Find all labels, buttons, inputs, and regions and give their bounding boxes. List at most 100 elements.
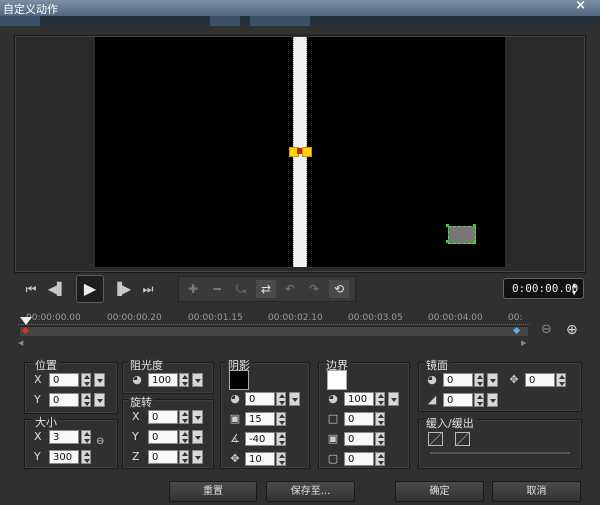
mirror-opacity-icon: ◕	[427, 373, 437, 386]
play-button[interactable]: ▶	[76, 275, 104, 303]
mirror-fade-dropdown[interactable]	[487, 393, 498, 407]
border-opacity-input[interactable]: 100	[344, 392, 374, 406]
shadow-blur-input[interactable]: 15	[245, 412, 275, 426]
shadow-color-swatch[interactable]	[229, 370, 249, 390]
spin-arrows[interactable]	[81, 373, 91, 387]
background-strip	[0, 16, 600, 26]
mirror-fade-input[interactable]: 0	[443, 393, 473, 407]
ruler-tick: 00:00:01.15	[188, 313, 243, 323]
resize-handle[interactable]	[302, 147, 312, 157]
timecode-field[interactable]: 0:00:00.00 ▲ ▼	[503, 278, 584, 299]
mini-navigator[interactable]	[448, 226, 476, 244]
nav-corner	[473, 240, 476, 243]
ease-icon[interactable]: ⟲	[329, 280, 349, 298]
border-color-swatch[interactable]	[327, 370, 347, 390]
mirror-opacity-input[interactable]: 0	[443, 373, 473, 387]
fade-in-icon[interactable]	[428, 432, 443, 446]
spin-arrows[interactable]	[81, 430, 91, 444]
size-title: 大小	[33, 414, 59, 430]
rotation-x-input[interactable]: 0	[148, 410, 178, 424]
timeline-track[interactable]	[20, 326, 528, 336]
spin-arrows[interactable]	[474, 373, 484, 387]
ruler-tick: 00:00:04.00	[428, 313, 483, 323]
size-y-label: Y	[34, 450, 41, 463]
position-title: 位置	[33, 357, 59, 373]
rotation-z-dropdown[interactable]	[192, 450, 203, 464]
spin-arrows[interactable]	[276, 412, 286, 426]
rotation-x-dropdown[interactable]	[192, 410, 203, 424]
add-keyframe-icon[interactable]: ✚	[183, 280, 203, 298]
spin-arrows[interactable]	[276, 432, 286, 446]
previous-frame-icon[interactable]: ◀▌	[47, 279, 67, 299]
spin-arrows[interactable]	[375, 392, 385, 406]
go-to-start-icon[interactable]: ⏮	[21, 279, 41, 299]
shadow-dropdown[interactable]	[289, 392, 300, 406]
spin-arrows[interactable]	[375, 432, 385, 446]
position-y-input[interactable]: 0	[49, 393, 79, 407]
nav-corner	[473, 224, 476, 227]
zoom-out-icon[interactable]: ⊖	[541, 322, 552, 337]
position-y-dropdown[interactable]	[94, 393, 105, 407]
close-icon[interactable]: ×	[575, 0, 586, 13]
mirror-offset-input[interactable]: 0	[525, 373, 555, 387]
position-x-input[interactable]: 0	[49, 373, 79, 387]
spin-arrows[interactable]	[276, 452, 286, 466]
scroll-right-icon[interactable]: ▶	[521, 339, 526, 347]
save-to-button[interactable]: 保存至...	[266, 481, 355, 502]
border-inner-icon: ▢	[327, 452, 339, 465]
spin-arrows[interactable]	[179, 373, 189, 387]
spin-arrows[interactable]	[276, 392, 286, 406]
cancel-button[interactable]: 取消	[492, 481, 581, 502]
shadow-angle-input[interactable]: -40	[245, 432, 275, 446]
fade-slider[interactable]	[430, 452, 570, 454]
border-input-2[interactable]: 0	[344, 432, 374, 446]
bg-block	[0, 16, 40, 26]
go-to-end-icon[interactable]: ⏭	[138, 279, 158, 299]
center-handle[interactable]	[297, 148, 302, 154]
position-y-label: Y	[34, 393, 41, 406]
reset-button[interactable]: 重置	[169, 481, 257, 502]
spin-arrows[interactable]	[81, 393, 91, 407]
spin-down-icon[interactable]: ▼	[572, 284, 576, 303]
spin-arrows[interactable]	[474, 393, 484, 407]
spin-arrows[interactable]	[375, 452, 385, 466]
nav-corner	[446, 240, 449, 243]
spin-arrows[interactable]	[179, 430, 189, 444]
spin-arrows[interactable]	[556, 373, 566, 387]
shadow-opacity-input[interactable]: 0	[245, 392, 275, 406]
reverse-icon[interactable]: ⇄	[256, 280, 276, 298]
shadow-distance-input[interactable]: 10	[245, 452, 275, 466]
rotation-y-dropdown[interactable]	[192, 430, 203, 444]
opacity-input[interactable]: 100	[148, 373, 178, 387]
border-dropdown[interactable]	[388, 392, 399, 406]
next-frame-icon[interactable]: ▐▶	[112, 279, 132, 299]
flip-icon[interactable]: ⤿	[231, 280, 251, 298]
position-x-dropdown[interactable]	[94, 373, 105, 387]
link-icon[interactable]: ⊖	[96, 436, 104, 447]
mirror-fade-icon: ◢	[427, 393, 437, 406]
prev-keyframe-icon[interactable]: ↶	[280, 280, 300, 298]
border-input-3[interactable]: 0	[344, 452, 374, 466]
playhead-icon[interactable]	[20, 317, 32, 325]
rotation-y-input[interactable]: 0	[148, 430, 178, 444]
next-keyframe-icon[interactable]: ↷	[304, 280, 324, 298]
size-x-input[interactable]: 3	[49, 430, 79, 444]
mirror-dropdown[interactable]	[487, 373, 498, 387]
spin-arrows[interactable]	[179, 450, 189, 464]
size-y-input[interactable]: 300	[49, 450, 79, 464]
ok-button[interactable]: 确定	[395, 481, 484, 502]
opacity-dropdown[interactable]	[192, 373, 203, 387]
ruler-line	[18, 324, 530, 325]
border-width-input[interactable]: 0	[344, 412, 374, 426]
zoom-in-icon[interactable]: ⊕	[566, 322, 578, 338]
fade-out-icon[interactable]	[455, 432, 470, 446]
opacity-icon: ◕	[132, 373, 142, 386]
scroll-left-icon[interactable]: ◀	[18, 339, 23, 347]
spin-arrows[interactable]	[179, 410, 189, 424]
spin-arrows[interactable]	[375, 412, 385, 426]
rotation-z-label: Z	[132, 450, 140, 463]
remove-keyframe-icon[interactable]: ━	[207, 280, 227, 298]
spin-arrows[interactable]	[81, 450, 91, 464]
rotation-z-input[interactable]: 0	[148, 450, 178, 464]
keyframe-toolbar: ✚ ━ ⤿ ⇄ ↶ ↷ ⟲	[178, 276, 356, 302]
